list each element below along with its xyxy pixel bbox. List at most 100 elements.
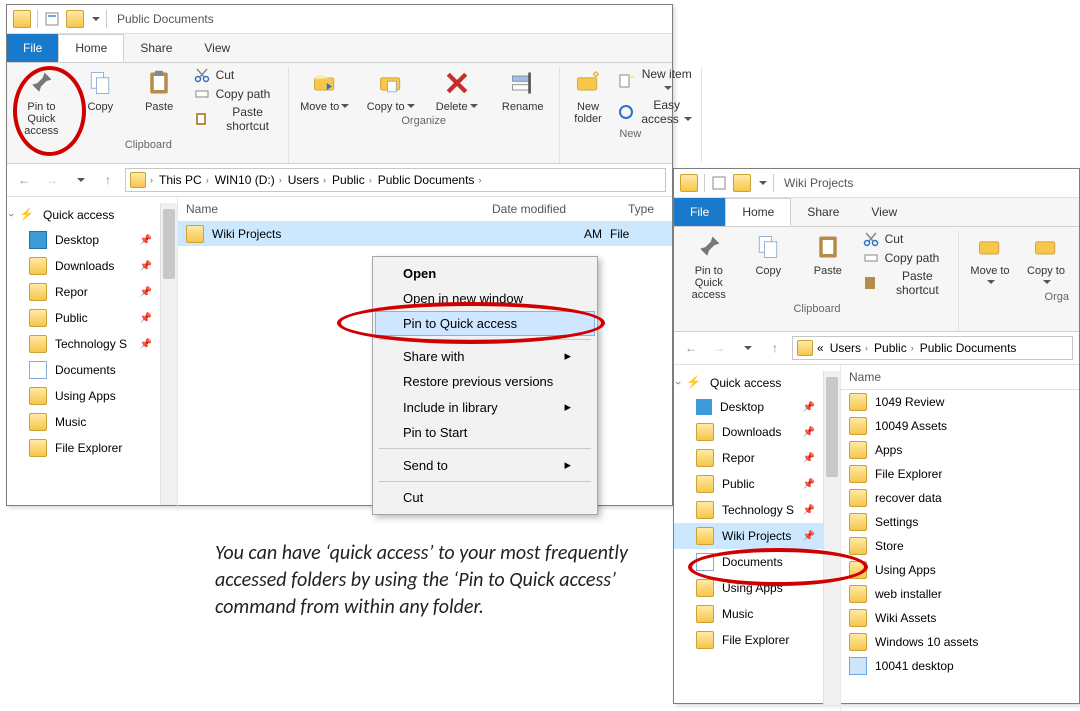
sidebar-item-music[interactable]: Music (674, 601, 823, 627)
crumb[interactable]: Public Documents (918, 341, 1019, 355)
properties-icon[interactable] (44, 11, 60, 27)
history-button[interactable] (69, 169, 91, 191)
sidebar-item-wiki-projects[interactable]: Wiki Projects📌 (674, 523, 823, 549)
sidebar-item-public[interactable]: Public📌 (7, 305, 160, 331)
paste-button[interactable]: Paste (803, 231, 853, 277)
copy-button[interactable]: Copy (76, 67, 125, 113)
tab-file[interactable]: File (7, 34, 58, 62)
context-menu[interactable]: Open Open in new window Pin to Quick acc… (372, 256, 598, 515)
crumb[interactable]: Public› (872, 341, 916, 355)
quick-access-header[interactable]: ⚡ Quick access (7, 203, 160, 227)
tab-share[interactable]: Share (124, 34, 188, 62)
crumb[interactable]: Users› (828, 341, 870, 355)
file-row[interactable]: Store (841, 534, 1079, 558)
file-row[interactable]: Apps (841, 438, 1079, 462)
menu-pin-start[interactable]: Pin to Start (375, 420, 595, 445)
sidebar-item-reports[interactable]: Repor📌 (674, 445, 823, 471)
file-row[interactable]: 1049 Review (841, 390, 1079, 414)
copy-path-button[interactable]: Copy path (863, 250, 950, 266)
sidebar-item-desktop[interactable]: Desktop📌 (7, 227, 160, 253)
forward-button[interactable]: → (41, 169, 63, 191)
sidebar-item-downloads[interactable]: Downloads📌 (674, 419, 823, 445)
sidebar-item-file-explorer[interactable]: File Explorer (674, 627, 823, 653)
sidebar-item-documents[interactable]: Documents (674, 549, 823, 575)
quick-access-header[interactable]: ⚡ Quick access (674, 371, 823, 395)
sidebar-item-public[interactable]: Public📌 (674, 471, 823, 497)
address-bar[interactable]: « Users› Public› Public Documents (792, 336, 1073, 360)
pin-to-quick-access-button[interactable]: Pin to Quick access (17, 67, 66, 137)
tab-home[interactable]: Home (58, 34, 124, 62)
nav-pane[interactable]: ⚡ Quick access Desktop📌 Downloads📌 Repor… (674, 365, 841, 711)
new-folder-icon[interactable] (733, 174, 751, 192)
sidebar-item-file-explorer[interactable]: File Explorer (7, 435, 160, 461)
tab-view[interactable]: View (188, 34, 246, 62)
forward-button[interactable]: → (708, 337, 730, 359)
tab-file[interactable]: File (674, 198, 725, 226)
crumb[interactable]: Public Documents› (376, 173, 484, 187)
menu-pin-quick-access[interactable]: Pin to Quick access (375, 311, 595, 336)
tab-view[interactable]: View (855, 198, 913, 226)
back-button[interactable]: ← (680, 337, 702, 359)
file-row[interactable]: 10041 desktop (841, 654, 1079, 678)
sidebar-item-technology[interactable]: Technology S📌 (674, 497, 823, 523)
pin-to-quick-access-button[interactable]: Pin to Quick access (684, 231, 734, 301)
menu-open-new-window[interactable]: Open in new window (375, 286, 595, 311)
file-row[interactable]: recover data (841, 486, 1079, 510)
titlebar[interactable]: Public Documents (7, 5, 672, 34)
file-list[interactable]: Name 1049 Review10049 AssetsAppsFile Exp… (841, 365, 1079, 711)
sidebar-item-using-apps[interactable]: Using Apps (674, 575, 823, 601)
column-headers[interactable]: Name Date modified Type (178, 197, 672, 222)
menu-restore-versions[interactable]: Restore previous versions (375, 369, 595, 394)
rename-button[interactable]: Rename (495, 67, 551, 113)
menu-open[interactable]: Open (375, 261, 595, 286)
crumb[interactable]: Public› (330, 173, 374, 187)
sidebar-item-desktop[interactable]: Desktop📌 (674, 395, 823, 419)
file-row[interactable]: Windows 10 assets (841, 630, 1079, 654)
col-date[interactable]: Date modified (484, 202, 620, 216)
tab-share[interactable]: Share (791, 198, 855, 226)
new-folder-button[interactable]: New folder (568, 67, 609, 125)
crumb[interactable]: WIN10 (D:)› (213, 173, 284, 187)
file-row[interactable]: 10049 Assets (841, 414, 1079, 438)
sidebar-item-music[interactable]: Music (7, 409, 160, 435)
paste-button[interactable]: Paste (135, 67, 184, 113)
cut-button[interactable]: Cut (863, 231, 950, 247)
sidebar-item-documents[interactable]: Documents (7, 357, 160, 383)
history-button[interactable] (736, 337, 758, 359)
file-row[interactable]: Wiki Projects AM File (178, 222, 672, 246)
properties-icon[interactable] (711, 175, 727, 191)
address-bar[interactable]: › This PC› WIN10 (D:)› Users› Public› Pu… (125, 168, 666, 192)
delete-button[interactable]: Delete (429, 67, 485, 113)
col-name[interactable]: Name (841, 370, 1057, 384)
copy-path-button[interactable]: Copy path (194, 86, 280, 102)
scrollbar[interactable] (823, 371, 840, 705)
col-type[interactable]: Type (620, 202, 662, 216)
cut-button[interactable]: Cut (194, 67, 280, 83)
menu-cut[interactable]: Cut (375, 485, 595, 510)
paste-shortcut-button[interactable]: Paste shortcut (863, 269, 950, 297)
scrollbar[interactable] (160, 203, 177, 505)
move-to-button[interactable]: Move to (297, 67, 353, 113)
paste-shortcut-button[interactable]: Paste shortcut (194, 105, 280, 133)
titlebar[interactable]: Wiki Projects (674, 169, 1079, 198)
file-row[interactable]: web installer (841, 582, 1079, 606)
sidebar-item-downloads[interactable]: Downloads📌 (7, 253, 160, 279)
sidebar-item-using-apps[interactable]: Using Apps (7, 383, 160, 409)
column-headers[interactable]: Name (841, 365, 1079, 390)
menu-send-to[interactable]: Send to▸ (375, 452, 595, 478)
sidebar-item-technology[interactable]: Technology S📌 (7, 331, 160, 357)
qat-more-icon[interactable] (90, 12, 100, 26)
col-name[interactable]: Name (178, 202, 484, 216)
crumb[interactable]: This PC› (157, 173, 211, 187)
back-button[interactable]: ← (13, 169, 35, 191)
up-button[interactable]: ↑ (97, 169, 119, 191)
copy-to-button[interactable]: Copy to (1023, 231, 1069, 289)
up-button[interactable]: ↑ (764, 337, 786, 359)
tab-home[interactable]: Home (725, 198, 791, 226)
menu-include-library[interactable]: Include in library▸ (375, 394, 595, 420)
file-row[interactable]: Settings (841, 510, 1079, 534)
copy-button[interactable]: Copy (744, 231, 794, 277)
file-row[interactable]: Using Apps (841, 558, 1079, 582)
file-row[interactable]: File Explorer (841, 462, 1079, 486)
crumb-overflow[interactable]: « (815, 341, 826, 355)
